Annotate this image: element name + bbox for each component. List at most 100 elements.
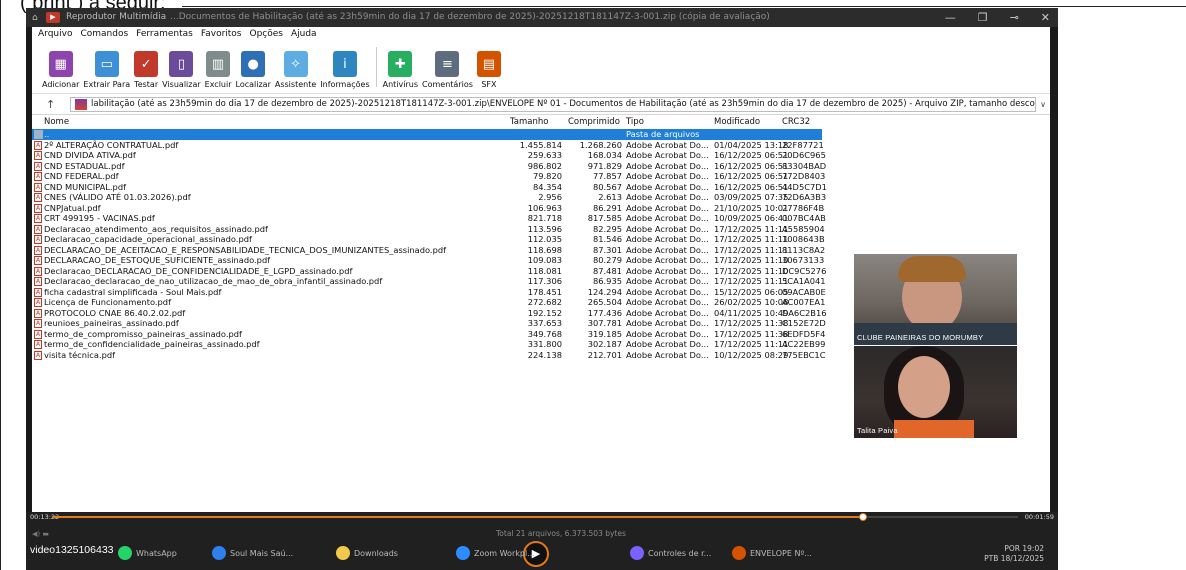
toolbar-button-10[interactable]: ▤ SFX	[476, 51, 501, 93]
participant-video-1[interactable]: CLUBE PAINEIRAS DO MORUMBY	[854, 254, 1017, 345]
participant-face	[898, 356, 950, 418]
menu-bar: Arquivo Comandos Ferramentas Favoritos Opçõe…	[32, 27, 1050, 42]
file-row[interactable]: A CND FEDERAL.pdf 79.820 77.857 Adobe Acroba…	[32, 171, 825, 182]
file-crc: C152E72D	[782, 318, 826, 328]
participant-video-2[interactable]: Talita Paiva	[854, 346, 1017, 438]
column-compressed[interactable]: Comprimido	[568, 115, 620, 129]
restore-icon[interactable]: ❐	[978, 8, 988, 27]
menu-item-4[interactable]: Opções	[250, 27, 283, 42]
file-size: 118.698	[527, 244, 562, 255]
video-player[interactable]: ⌂ ▶ Reprodutor Multimídia ...Documentos …	[26, 8, 1058, 570]
info-icon: i	[332, 51, 357, 77]
column-crc[interactable]: CRC32	[782, 115, 810, 129]
file-comp: 265.504	[587, 297, 622, 307]
file-size: 118.081	[527, 265, 562, 276]
pdf-file-icon: A	[34, 214, 42, 223]
file-row[interactable]: Aficha cadastral simplificada - Soul Mai…	[32, 286, 826, 298]
wizard-wand-icon: ✧	[283, 51, 308, 77]
menu-item-3[interactable]: Favoritos	[201, 27, 242, 42]
volume-icon[interactable]: ◀) ▬	[32, 530, 49, 538]
file-name: DECLARACAO_DE_ACEITACAO_E_RESPONSABILIDA…	[44, 244, 447, 255]
file-row[interactable]: A PROTOCOLO CNAE 86.40.2.02.pdf 192.152 177…	[32, 307, 827, 319]
toolbar-button-5[interactable]: ● Localizar	[236, 51, 271, 93]
file-row[interactable]: A Declaracao_atendimento_aos_requisitos_a…	[32, 223, 825, 235]
file-type: Adobe Acrobat Do...	[626, 349, 709, 360]
player-controls: 00:13:22 00:01:59 ◀) ▬ Total 21 arquivos…	[26, 512, 1058, 570]
file-row[interactable]: Areunioes_paineiras_assinado.pdf 337.653 3…	[32, 318, 826, 329]
chevron-down-icon[interactable]: ∨	[1040, 100, 1046, 109]
column-name[interactable]: Nome	[44, 115, 69, 129]
parent-folder-row[interactable]: .. Pasta de arquivos	[32, 129, 822, 140]
column-type[interactable]: Tipo	[626, 115, 644, 129]
file-row[interactable]: A DECLARACAO_DE_ESTOQUE_SUFICIENTE_assina…	[32, 255, 824, 266]
window-controls: — ❐ ⊸ ✕	[945, 8, 1050, 27]
taskbar-item-0[interactable]: WhatsApp	[118, 546, 177, 560]
taskbar-item-4[interactable]: Controles de r...	[630, 546, 711, 560]
pdf-file-icon: A	[34, 161, 42, 171]
file-row[interactable]: A Licença de Funcionamento.pdf 272.682 265.…	[32, 297, 825, 308]
menu-item-2[interactable]: Ferramentas	[136, 27, 193, 42]
file-crc: 09ACAB0E	[782, 286, 826, 297]
toolbar-button-8[interactable]: ✚ Antivírus	[383, 51, 418, 93]
taskbar-label: ENVELOPE Nº...	[750, 548, 812, 558]
file-row[interactable]: A CRT 499195 - VACINAS.pdf 821.718 817.585 A…	[32, 213, 826, 224]
taskbar-item-2[interactable]: Downloads	[336, 546, 398, 560]
file-row[interactable]: Avisita técnica.pdf 224.138 212.701 Adobe A…	[32, 349, 826, 361]
taskbar: video1325106433 ▶ WhatsApp Soul Mais Saú.…	[26, 540, 1058, 570]
close-icon[interactable]: ✕	[1041, 8, 1050, 27]
up-arrow-icon[interactable]: ↑	[46, 98, 70, 111]
file-name: CND MUNICIPAL.pdf	[44, 181, 127, 192]
pin-icon[interactable]: ⊸	[1010, 8, 1019, 27]
file-row[interactable]: A 2º ALTERAÇÃO CONTRATUAL.pdf 1.455.814 1.2…	[32, 140, 824, 151]
taskbar-item-5[interactable]: ENVELOPE Nº...	[732, 546, 812, 560]
file-row[interactable]: A Declaracao_DECLARACAO_DE_CONFIDENCIALID…	[32, 265, 826, 277]
file-comp: 168.034	[587, 150, 622, 160]
window-titlebar[interactable]: ⌂ ▶ Reprodutor Multimídia ...Documentos …	[26, 8, 1058, 27]
minimize-icon[interactable]: —	[945, 8, 956, 27]
file-row[interactable]: A CND ESTADUAL.pdf 986.802 971.829 Adobe Acr…	[32, 160, 826, 172]
taskbar-app-icon	[732, 546, 746, 560]
file-row[interactable]: A Declaracao_declaracao_de_nao_utilizacao…	[32, 276, 826, 287]
file-row[interactable]: A CND DIVIDA ATIVA.pdf 259.633 168.034 Adobe…	[32, 150, 826, 161]
toolbar-button-3[interactable]: ▯ Visualizar	[162, 51, 201, 93]
pdf-file-icon: A	[34, 319, 42, 328]
time-total: 00:01:59	[1024, 513, 1054, 521]
path-field[interactable]: labilitação (até as 23h59min do dia 17 d…	[70, 96, 1037, 112]
toolbar-button-2[interactable]: ✓ Testar	[134, 51, 159, 93]
file-row[interactable]: A Declaracao_capacidade_operacional_assin…	[32, 234, 825, 245]
file-comp: 971.829	[587, 160, 622, 171]
toolbar-button-4[interactable]: ▥ Excluir	[205, 51, 232, 93]
file-comp: 177.436	[587, 307, 622, 318]
column-modified[interactable]: Modificado	[714, 115, 760, 129]
file-comp: 124.294	[587, 286, 622, 297]
taskbar-item-3[interactable]: Zoom Workpl...	[456, 546, 535, 560]
toolbar-button-7[interactable]: i Informações	[320, 51, 370, 93]
menu-item-5[interactable]: Ajuda	[291, 27, 317, 42]
file-row[interactable]: A CNES (VÁLIDO ATÉ 01.03.2026).pdf 2.956 2.…	[32, 192, 826, 203]
toolbar-button-1[interactable]: ▭ Extrair Para	[83, 51, 130, 93]
file-row[interactable]: Atermo_de_confidencialidade_paineiras_as…	[32, 339, 825, 350]
taskbar-app-icon	[336, 546, 350, 560]
home-icon[interactable]: ⌂	[32, 13, 42, 23]
menu-item-1[interactable]: Comandos	[80, 27, 128, 42]
file-type: Adobe Acrobat Do...	[626, 297, 709, 307]
file-size: 192.152	[527, 307, 562, 318]
file-size: 821.718	[527, 213, 562, 223]
toolbar-button-0[interactable]: ▦ Adicionar	[42, 51, 79, 93]
pdf-file-icon: A	[34, 245, 42, 255]
file-row[interactable]: A CNPJatual.pdf 106.963 86.291 Adobe Acrobat…	[32, 203, 824, 214]
toolbar-button-6[interactable]: ✧ Assistente	[275, 51, 316, 93]
toolbar-button-9[interactable]: ≡ Comentários	[422, 51, 473, 93]
menu-item-0[interactable]: Arquivo	[38, 27, 72, 42]
file-row[interactable]: Atermo_de_compromisso_paineiras_assinado…	[32, 329, 825, 340]
file-row[interactable]: A CND MUNICIPAL.pdf 84.354 80.567 Adobe Acro…	[32, 181, 827, 193]
page-left-rule	[0, 0, 1, 570]
file-crc: DC9C5276	[782, 265, 827, 276]
file-comp: 82.295	[592, 223, 622, 234]
taskbar-item-1[interactable]: Soul Mais Saú...	[212, 546, 293, 560]
progress-bar[interactable]	[52, 513, 1018, 521]
progress-handle[interactable]	[859, 513, 868, 521]
file-row[interactable]: A DECLARACAO_DE_ACEITACAO_E_RESPONSABILID…	[32, 244, 825, 256]
column-size[interactable]: Tamanho	[510, 115, 548, 129]
file-name: CND ESTADUAL.pdf	[44, 160, 125, 171]
